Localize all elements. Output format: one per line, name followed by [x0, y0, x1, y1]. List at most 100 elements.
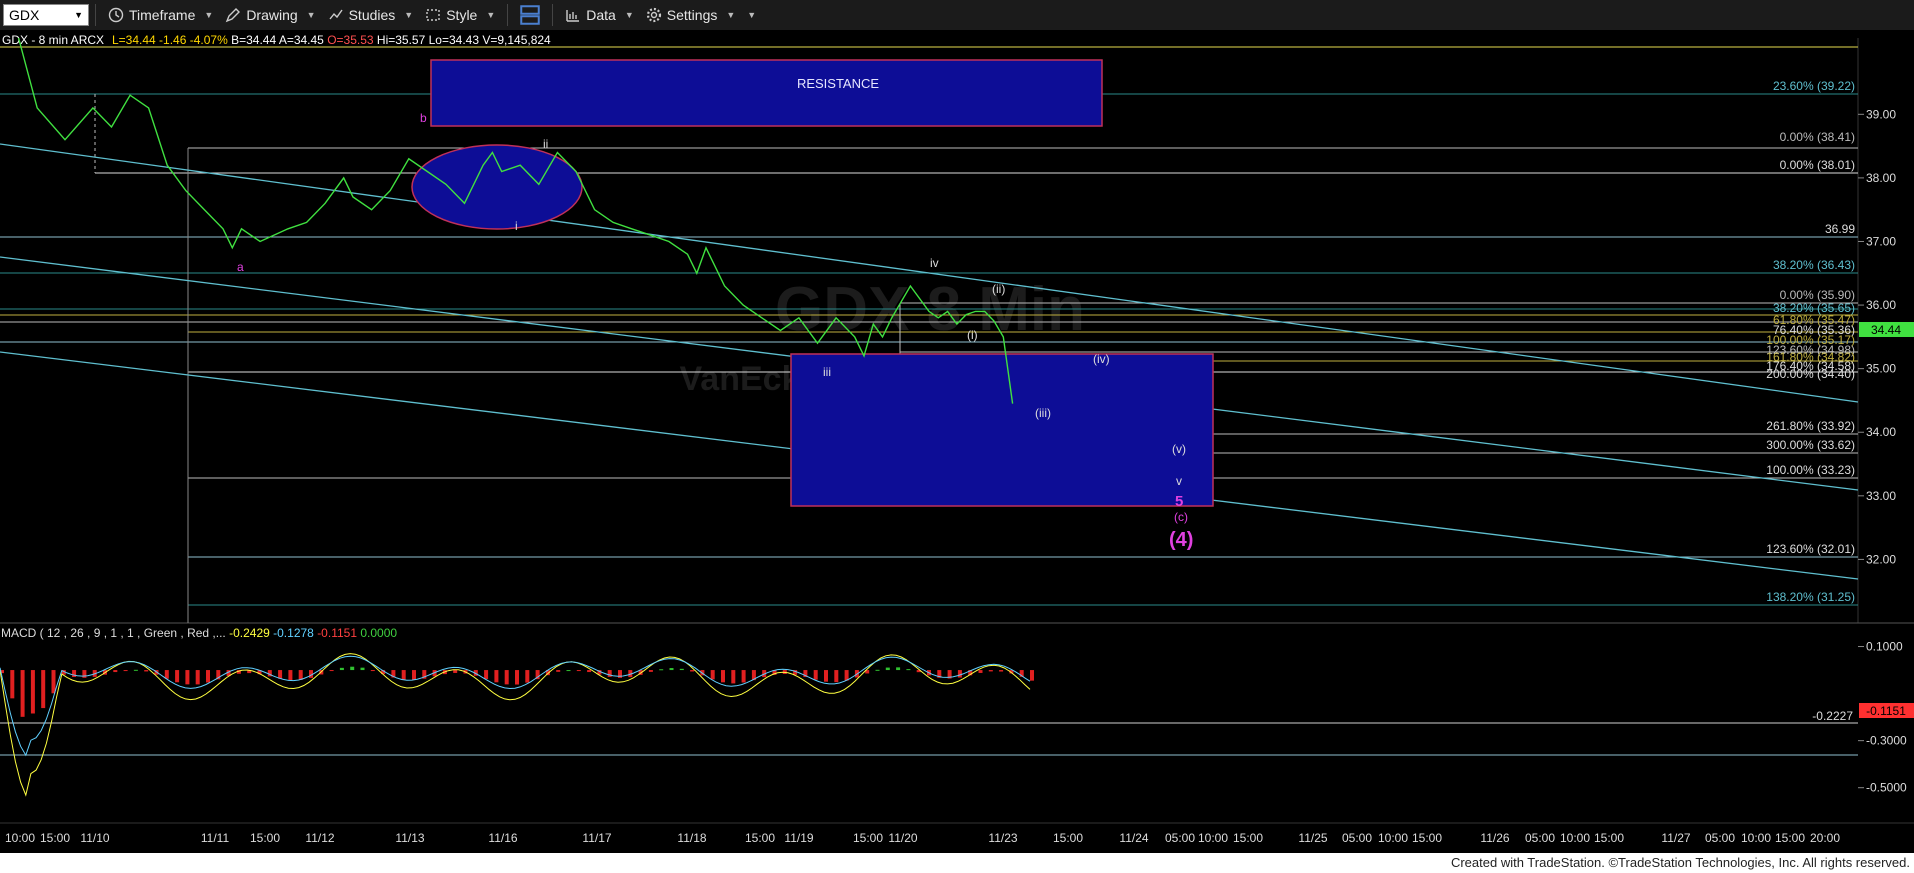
macd-bar — [185, 670, 190, 685]
price-tick-label: 38.00 — [1866, 171, 1896, 185]
time-tick-label: 11/18 — [677, 831, 706, 845]
time-tick-label: 10:00 — [5, 831, 35, 845]
style-button[interactable]: Style ▼ — [419, 2, 501, 28]
macd-bar — [957, 670, 962, 678]
fib-level-label: 23.60% (39.22) — [1773, 79, 1855, 93]
time-tick-label: 15:00 — [1775, 831, 1805, 845]
symbol-info: GDX - 8 min ARCX — [2, 33, 104, 47]
time-tick-label: 11/20 — [888, 831, 917, 845]
time-tick-label: 11/10 — [80, 831, 109, 845]
time-tick-label: 15:00 — [745, 831, 775, 845]
price-tick-label: 35.00 — [1866, 362, 1896, 376]
macd-bar — [834, 670, 839, 683]
macd-bar — [412, 670, 416, 681]
chevron-down-icon: ▼ — [204, 10, 214, 20]
macd-bar — [370, 670, 375, 672]
symbol-input[interactable]: GDX ▼ — [3, 4, 89, 26]
settings-label: Settings — [666, 7, 718, 23]
macd-bar — [607, 670, 612, 677]
macd-bar — [133, 669, 138, 671]
macd-bar — [278, 670, 283, 679]
timeframe-button[interactable]: Timeframe ▼ — [102, 2, 219, 28]
macd-bar — [566, 670, 571, 672]
macd-bar — [30, 670, 35, 714]
data-label: Data — [586, 7, 616, 23]
macd-bar — [999, 670, 1004, 672]
macd-value: -0.1151 — [317, 626, 360, 640]
time-tick-label: 10:00 — [1198, 831, 1228, 845]
macd-reference-value: -0.2227 — [1812, 709, 1853, 723]
wave-label: (c) — [1174, 510, 1188, 524]
time-tick-label: 15:00 — [853, 831, 883, 845]
drawing-label: Drawing — [246, 7, 298, 23]
macd-bar — [515, 670, 519, 685]
time-tick-label: 10:00 — [1560, 831, 1590, 845]
macd-bar — [824, 670, 828, 682]
studies-label: Studies — [348, 7, 396, 23]
time-tick-label: 15:00 — [40, 831, 70, 845]
macd-bar — [813, 670, 818, 680]
macd-header: MACD ( 12 , 26 , 9 , 1 , 1 , Green , Red… — [1, 626, 397, 640]
fib-level-label: 200.00% (34.40) — [1766, 367, 1855, 381]
wave-label: v — [1176, 474, 1182, 488]
macd-bar — [51, 670, 56, 694]
drawing-button[interactable]: Drawing ▼ — [219, 2, 321, 28]
quote-value: -1.46 — [156, 33, 187, 47]
macd-tick-label: -0.5000 — [1866, 781, 1907, 795]
footer: Created with TradeStation. ©TradeStation… — [0, 853, 1914, 873]
wave-label: iii — [823, 365, 831, 379]
wave-label: i — [515, 219, 518, 233]
chevron-down-icon: ▼ — [747, 10, 757, 20]
copyright-text: Created with TradeStation. ©TradeStation… — [1450, 855, 1910, 870]
time-tick-label: 11/23 — [988, 831, 1017, 845]
macd-bar — [525, 670, 530, 683]
macd-bar — [350, 666, 355, 671]
macd-bar — [576, 670, 581, 672]
fib-level-label: 0.00% (35.90) — [1780, 288, 1855, 302]
style-label: Style — [446, 7, 478, 23]
time-tick-label: 05:00 — [1342, 831, 1372, 845]
macd-bar — [504, 670, 509, 685]
macd-title: MACD ( 12 , 26 , 9 , 1 , 1 , Green , Red… — [1, 626, 229, 640]
macd-bar — [360, 667, 365, 671]
settings-button[interactable]: Settings ▼ — [640, 2, 742, 28]
chevron-down-icon[interactable]: ▼ — [74, 10, 83, 20]
studies-button[interactable]: Studies ▼ — [322, 2, 420, 28]
resistance-zone — [430, 59, 1103, 127]
macd-bar — [648, 670, 653, 672]
macd-bar — [618, 670, 622, 678]
macd-bar — [885, 667, 890, 671]
macd-bar — [206, 670, 210, 683]
macd-bar — [679, 668, 684, 671]
quote-line: L=34.44 -1.46 -4.07% B=34.44 A=34.45 O=3… — [112, 33, 551, 47]
more-button[interactable]: ▼ — [741, 2, 762, 28]
macd-bar — [41, 670, 46, 709]
macd-bar — [195, 670, 200, 685]
macd-bar — [20, 670, 25, 717]
macd-tick-label: 0.1000 — [1866, 640, 1903, 654]
watermark-issuer: VanEck — [680, 360, 801, 398]
time-tick-label: 11/19 — [784, 831, 813, 845]
macd-value: -0.2429 — [229, 626, 273, 640]
studies-icon — [329, 9, 343, 20]
macd-bar — [494, 670, 499, 683]
macd-bar — [288, 670, 293, 681]
layout-button[interactable] — [514, 2, 546, 28]
data-button[interactable]: Data ▼ — [559, 2, 640, 28]
time-tick-label: 11/12 — [305, 831, 334, 845]
macd-bar — [175, 670, 180, 683]
macd-bar — [10, 670, 15, 699]
macd-bar — [113, 670, 118, 673]
price-chart[interactable]: GDX - 8 min ARCX L=34.44 -1.46 -4.07% B=… — [0, 30, 1914, 853]
chevron-down-icon: ▼ — [726, 10, 736, 20]
macd-bar — [906, 669, 911, 671]
time-tick-label: 11/13 — [395, 831, 424, 845]
wave-label: (ii) — [992, 282, 1005, 296]
time-tick-label: 11/27 — [1661, 831, 1690, 845]
quote-value: B=34.44 — [228, 33, 277, 47]
macd-bar — [453, 670, 458, 673]
chevron-down-icon: ▼ — [404, 10, 414, 20]
style-icon — [426, 9, 440, 21]
macd-bar — [72, 670, 77, 678]
toolbar: GDX ▼ Timeframe ▼ Drawing ▼ Studies ▼ St… — [0, 0, 1914, 31]
